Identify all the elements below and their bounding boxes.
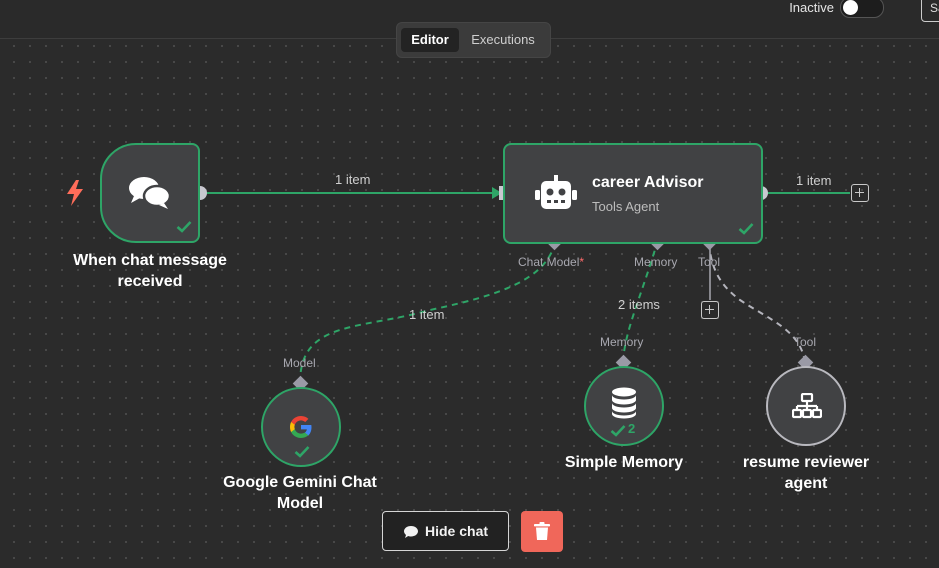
tool-title-line1: resume reviewer (742, 454, 870, 471)
delete-button[interactable] (521, 511, 563, 552)
success-check-icon (294, 446, 310, 458)
edge-label-memory-to-agent: 2 items (618, 297, 660, 312)
gemini-model-label: Model (283, 356, 316, 370)
trash-icon (534, 522, 550, 540)
edge-tool-to-agent[interactable] (708, 244, 806, 363)
database-icon (612, 387, 636, 419)
success-check-icon (738, 223, 754, 235)
gemini-node[interactable] (261, 387, 341, 467)
agent-node[interactable] (503, 143, 763, 244)
chat-bubbles-icon (129, 177, 172, 209)
required-marker: * (579, 255, 585, 269)
agent-chat-model-label: Chat Model* (518, 255, 584, 269)
google-g-icon (290, 416, 312, 438)
gemini-node-title: Google Gemini Chat Model (200, 472, 400, 514)
edge-label-agent-output: 1 item (796, 173, 832, 188)
memory-node[interactable]: 2 (584, 366, 664, 446)
edge-label-trigger-to-agent: 1 item (335, 172, 371, 187)
trigger-bolt-icon (67, 180, 83, 206)
memory-run-count: 2 (628, 421, 636, 436)
tool-title-line2: agent (784, 475, 828, 492)
success-check-icon (176, 221, 192, 233)
memory-port-label: Memory (600, 335, 644, 349)
agent-node-title: career Advisor (592, 174, 704, 191)
hide-chat-button[interactable]: Hide chat (382, 511, 509, 551)
gemini-title-line2: Model (276, 495, 324, 512)
trigger-title-line1: When chat message (73, 252, 227, 269)
chat-bubble-icon (404, 526, 418, 538)
edge-label-gemini-to-agent: 1 item (409, 307, 445, 322)
agent-node-subtitle: Tools Agent (592, 199, 660, 214)
sitemap-icon (792, 393, 822, 419)
tool-port-label: Tool (794, 335, 817, 349)
gemini-title-line1: Google Gemini Chat (223, 474, 377, 491)
tool-node[interactable] (766, 366, 846, 446)
agent-memory-label: Memory (634, 255, 678, 269)
memory-node-title: Simple Memory (564, 454, 684, 471)
agent-add-output-button[interactable] (851, 184, 869, 202)
trigger-node[interactable] (100, 143, 200, 243)
tool-node-title: resume reviewer agent (706, 452, 906, 494)
agent-add-tool-button[interactable] (701, 301, 719, 319)
hide-chat-label: Hide chat (425, 523, 489, 539)
chat-model-label-text: Chat Model (518, 255, 580, 269)
success-check-icon (610, 425, 626, 437)
robot-icon (535, 175, 577, 209)
trigger-title-line2: received (117, 273, 183, 290)
trigger-node-title: When chat message received (50, 250, 250, 292)
agent-tool-label: Tool (698, 255, 721, 269)
